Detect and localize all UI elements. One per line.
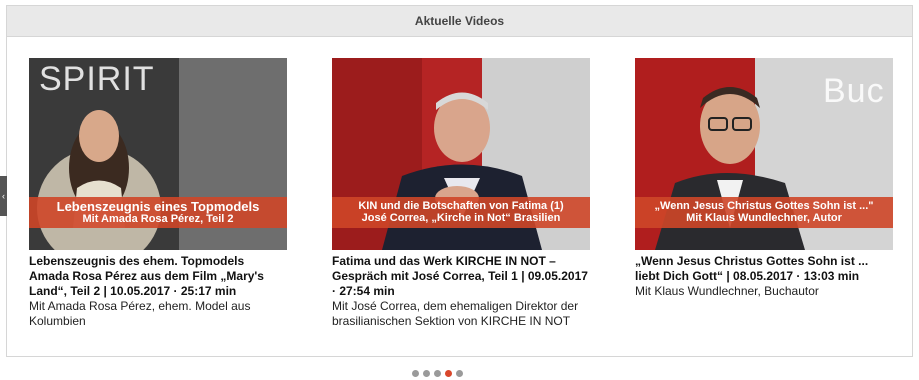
- pagination-dot[interactable]: [423, 370, 430, 377]
- pagination-dot[interactable]: [456, 370, 463, 377]
- thumbnail-banner: „Wenn Jesus Christus Gottes Sohn ist ...…: [635, 197, 893, 228]
- video-thumbnail[interactable]: Buc „Wenn Jesus Christus Gottes Sohn ist…: [635, 58, 893, 250]
- banner-line: José Correa, „Kirche in Not“ Brasilien: [361, 211, 561, 224]
- thumbnail-watermark: Buc: [823, 72, 885, 110]
- banner-line: Mit Amada Rosa Pérez, Teil 2: [82, 212, 234, 225]
- widget-header: Aktuelle Videos: [7, 6, 912, 37]
- pagination-dot-active[interactable]: [445, 370, 452, 377]
- video-description: Mit José Correa, dem ehemaligen Direktor…: [332, 299, 579, 328]
- banner-line: „Wenn Jesus Christus Gottes Sohn ist ...…: [654, 199, 874, 212]
- banner-line: Mit Klaus Wundlechner, Autor: [686, 211, 842, 224]
- pagination-dot[interactable]: [412, 370, 419, 377]
- video-card[interactable]: SPIRIT Lebenszeugnis eines Topmodels Mit…: [29, 58, 287, 329]
- video-title[interactable]: Fatima und das Werk KIRCHE IN NOT – Gesp…: [332, 254, 590, 299]
- video-thumbnail[interactable]: KIN und die Botschaften von Fatima (1) J…: [332, 58, 590, 250]
- thumbnail-banner: KIN und die Botschaften von Fatima (1) J…: [332, 197, 590, 228]
- video-title[interactable]: „Wenn Jesus Christus Gottes Sohn ist ...…: [635, 254, 893, 284]
- video-title[interactable]: Lebenszeugnis des ehem. Topmodels Amada …: [29, 254, 287, 299]
- video-description: Mit Amada Rosa Pérez, ehem. Model aus Ko…: [29, 299, 251, 328]
- banner-line: Lebenszeugnis eines Topmodels: [56, 198, 260, 214]
- chevron-left-icon[interactable]: ‹: [0, 176, 7, 216]
- video-card[interactable]: Buc „Wenn Jesus Christus Gottes Sohn ist…: [635, 58, 893, 299]
- banner-line: KIN und die Botschaften von Fatima (1): [358, 199, 564, 212]
- video-description: Mit Klaus Wundlechner, Buchautor: [635, 284, 819, 298]
- videos-widget: Aktuelle Videos SPIRIT Lebenszeugnis ein…: [6, 5, 913, 357]
- video-card[interactable]: KIN und die Botschaften von Fatima (1) J…: [332, 58, 590, 329]
- widget-title: Aktuelle Videos: [414, 14, 505, 28]
- pagination-dot[interactable]: [434, 370, 441, 377]
- carousel-pagination: [412, 370, 463, 377]
- thumbnail-banner: Lebenszeugnis eines Topmodels Mit Amada …: [29, 197, 287, 228]
- video-thumbnail[interactable]: SPIRIT Lebenszeugnis eines Topmodels Mit…: [29, 58, 287, 250]
- thumbnail-watermark: SPIRIT: [39, 60, 155, 98]
